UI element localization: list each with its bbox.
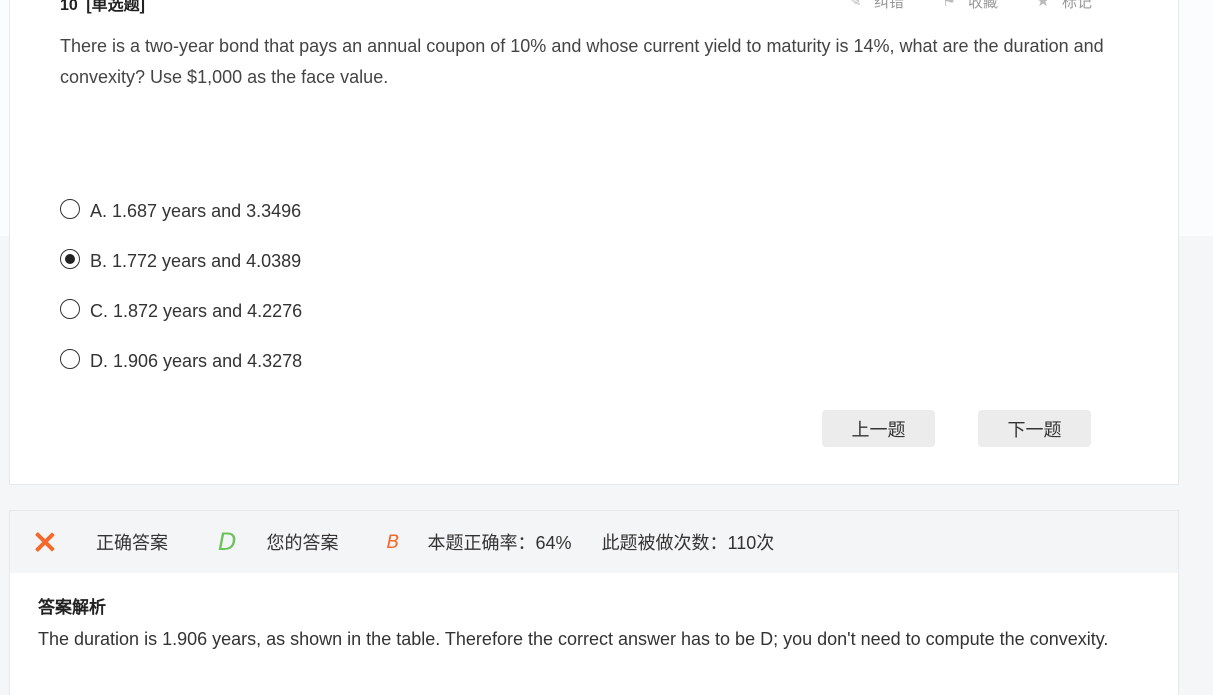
- option-b[interactable]: B. 1.772 years and 4.0389: [60, 236, 302, 286]
- result-bar: 正确答案 D 您的答案 B 本题正确率：64% 此题被做次数：110次: [10, 511, 1178, 573]
- option-c[interactable]: C. 1.872 years and 4.2276: [60, 286, 302, 336]
- star-icon: ★: [1035, 0, 1051, 10]
- favorite-label: 收藏: [967, 0, 998, 11]
- previous-question-button[interactable]: 上一题: [822, 410, 935, 447]
- answer-options: A. 1.687 years and 3.3496 B. 1.772 years…: [60, 186, 302, 386]
- option-b-label: B. 1.772 years and 4.0389: [90, 250, 302, 271]
- next-question-button[interactable]: 下一题: [978, 410, 1091, 447]
- mark-label: 标记: [1061, 0, 1092, 11]
- bookmark-icon: ⚑: [941, 0, 957, 10]
- report-error-label: 纠错: [873, 0, 904, 11]
- option-d-radio[interactable]: [60, 349, 80, 369]
- accuracy-text: 本题正确率：64%: [427, 533, 572, 553]
- option-a[interactable]: A. 1.687 years and 3.3496: [60, 186, 302, 236]
- question-number: 10: [60, 0, 78, 14]
- analysis-title: 答案解析: [38, 598, 106, 617]
- option-c-radio[interactable]: [60, 299, 80, 319]
- question-header: 10 [单选题]: [60, 0, 145, 15]
- option-a-radio[interactable]: [60, 199, 80, 219]
- wrong-icon: [34, 532, 54, 552]
- mark-button[interactable]: ★ 标记: [1034, 0, 1092, 12]
- question-type: [单选题]: [86, 0, 145, 14]
- option-a-label: A. 1.687 years and 3.3496: [90, 200, 302, 221]
- option-c-label: C. 1.872 years and 4.2276: [90, 300, 303, 321]
- correct-answer-label: 正确答案: [96, 533, 168, 553]
- question-text: There is a two-year bond that pays an an…: [60, 36, 1104, 87]
- analysis-text: The duration is 1.906 years, as shown in…: [38, 629, 1109, 649]
- question-toolbar: ✎ 纠错 ⚑ 收藏 ★ 标记: [846, 0, 1092, 12]
- correct-answer-value: D: [218, 528, 237, 556]
- answer-panel: 正确答案 D 您的答案 B 本题正确率：64% 此题被做次数：110次 答案解析…: [9, 510, 1179, 695]
- edit-icon: ✎: [848, 0, 862, 10]
- your-answer-value: B: [386, 531, 400, 553]
- your-answer-label: 您的答案: [266, 533, 339, 553]
- option-b-radio[interactable]: [60, 249, 80, 269]
- option-d-label: D. 1.906 years and 4.3278: [90, 350, 303, 371]
- option-d[interactable]: D. 1.906 years and 4.3278: [60, 336, 302, 386]
- report-error-button[interactable]: ✎ 纠错: [846, 0, 904, 12]
- favorite-button[interactable]: ⚑ 收藏: [940, 0, 998, 12]
- attempts-text: 此题被做次数：110次: [601, 533, 775, 553]
- question-card: 10 [单选题] ✎ 纠错 ⚑ 收藏 ★ 标记 There is a two-y…: [9, 0, 1179, 485]
